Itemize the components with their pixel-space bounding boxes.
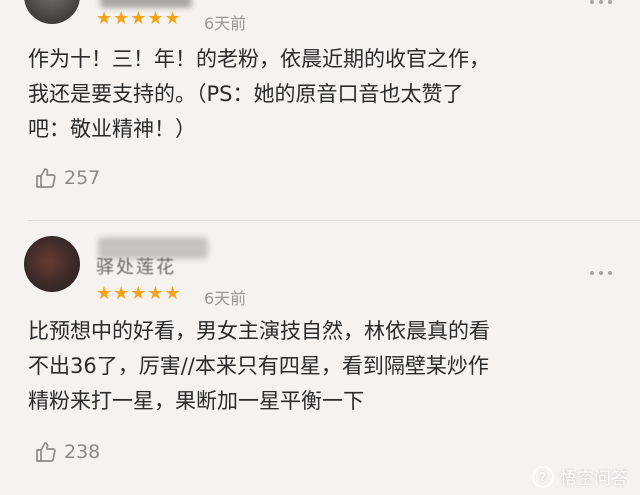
more-dots-icon[interactable]	[590, 0, 612, 4]
thumbs-up-icon	[36, 168, 56, 188]
like-button[interactable]: 257	[34, 166, 100, 190]
username[interactable]: 驿处莲花	[96, 253, 176, 279]
avatar[interactable]	[24, 236, 80, 292]
star-rating: ★★★★★	[96, 8, 182, 29]
review-text: 作为十！三！年！的老粉，依晨近期的收官之作， 我还是要支持的。（PS：她的原音口…	[28, 47, 490, 141]
like-count: 238	[64, 441, 101, 463]
review-text: 比预想中的好看，男女主演技自然，林依晨真的看 不出36了，厉害//本来只有四星，…	[28, 319, 490, 413]
review-time: 6天前	[204, 14, 247, 33]
like-count: 257	[64, 167, 101, 189]
review-time: 6天前	[204, 289, 247, 308]
more-dots-icon[interactable]	[590, 271, 612, 275]
watermark: ? 悟空问答	[532, 464, 628, 489]
star-rating: ★★★★★	[96, 283, 182, 304]
review-item: ★★★★★ 6天前 作为十！三！年！的老粉，依晨近期的收官之作， 我还是要支持的…	[0, 0, 640, 220]
like-button[interactable]: 238	[34, 440, 100, 464]
avatar[interactable]	[24, 0, 80, 24]
thumbs-up-icon	[36, 442, 56, 462]
review-item: 驿处莲花 ★★★★★ 6天前 比预想中的好看，男女主演技自然，林依晨真的看 不出…	[0, 221, 640, 495]
username-blurred	[100, 0, 192, 8]
wukong-logo-icon: ?	[532, 465, 554, 488]
watermark-text: 悟空问答	[560, 469, 628, 489]
